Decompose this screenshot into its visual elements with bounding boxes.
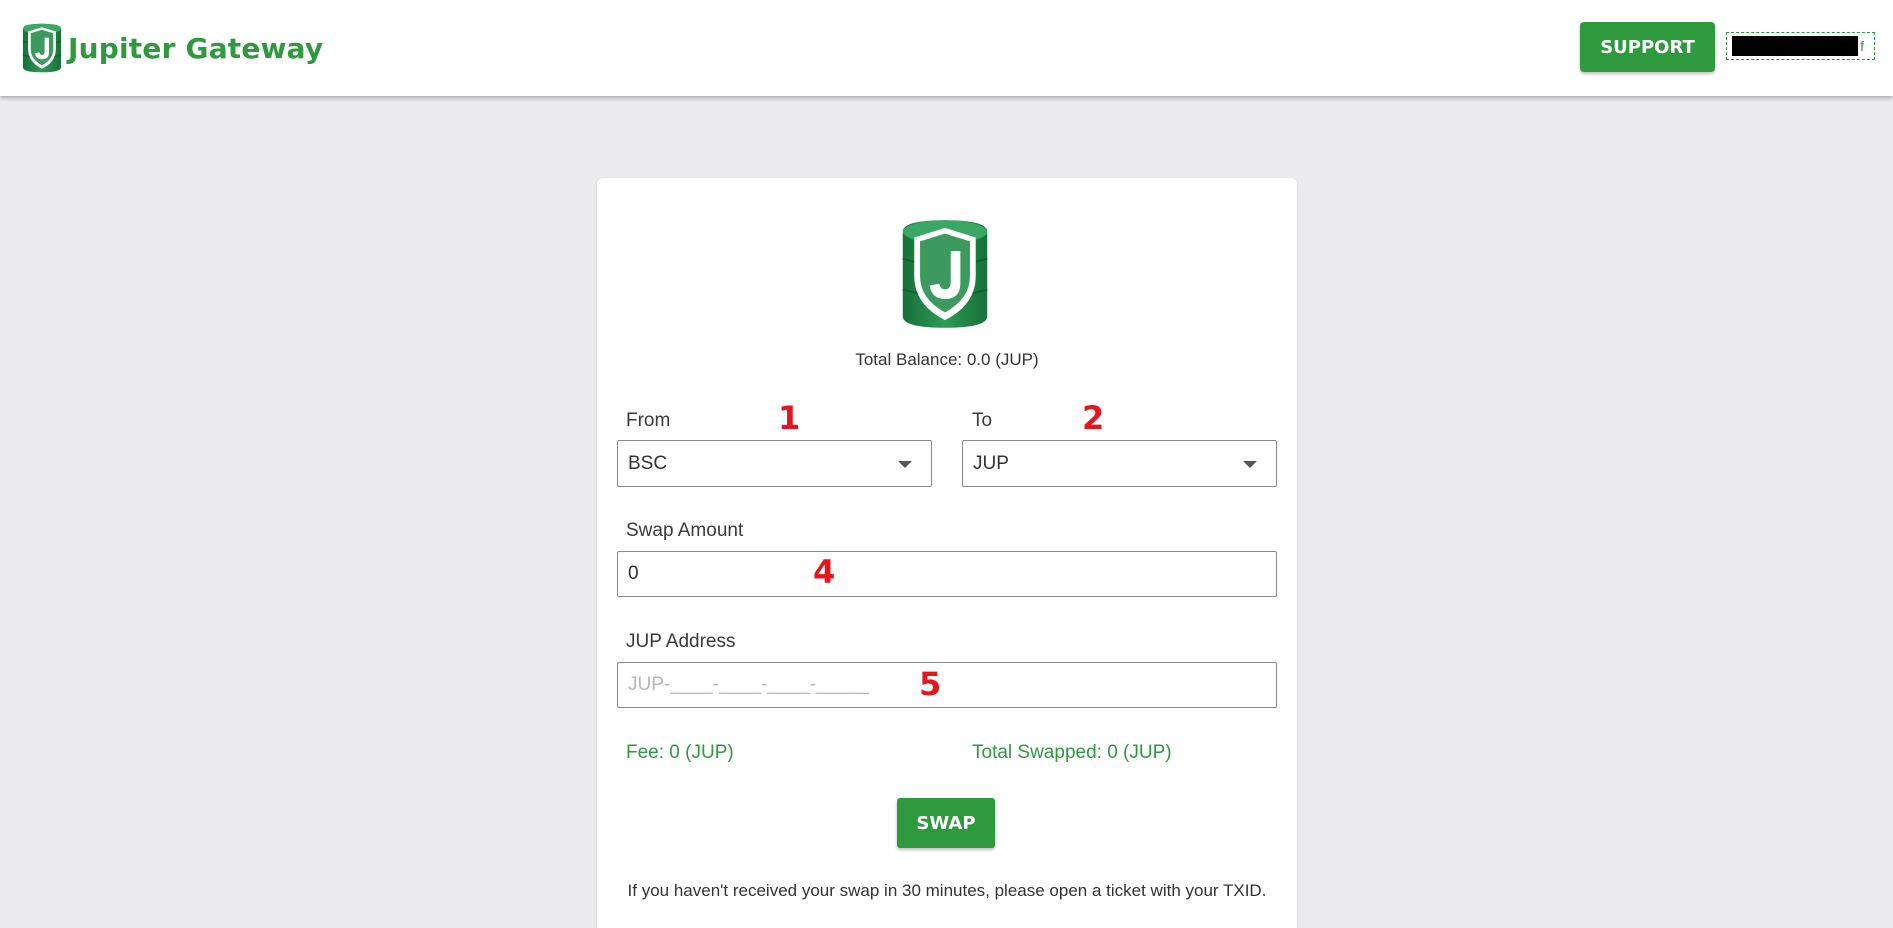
annotation-marker-2: 2 <box>1082 399 1105 437</box>
swap-notice: If you haven't received your swap in 30 … <box>627 881 1267 900</box>
jup-address-input[interactable] <box>617 662 1277 708</box>
fee-text: Fee: 0 (JUP) <box>626 742 734 763</box>
brand-title: Jupiter Gateway <box>68 31 324 65</box>
to-select[interactable]: JUP <box>962 440 1277 487</box>
annotation-marker-4: 4 <box>813 553 836 591</box>
from-select[interactable]: BSC <box>617 440 932 487</box>
annotation-marker-5: 5 <box>919 665 942 703</box>
from-label: From <box>626 410 671 431</box>
swap-card: Total Balance: 0.0 (JUP) From BSC To JUP… <box>597 178 1297 928</box>
caret-down-icon <box>898 461 912 468</box>
to-select-value: JUP <box>973 452 1009 474</box>
redacted-block <box>1732 36 1858 56</box>
to-label: To <box>972 410 993 431</box>
support-button[interactable]: SUPPORT <box>1580 22 1715 72</box>
brand[interactable]: Jupiter Gateway <box>20 22 323 74</box>
account-address-tail: f <box>1860 38 1864 54</box>
jup-address-label: JUP Address <box>626 631 736 652</box>
account-address-box[interactable]: f <box>1726 32 1875 60</box>
swap-button[interactable]: SWAP <box>897 798 995 848</box>
jupiter-logo-icon <box>902 220 988 328</box>
jupiter-logo-icon <box>22 23 62 73</box>
swap-amount-label: Swap Amount <box>626 520 744 541</box>
top-navbar: Jupiter Gateway SUPPORT f <box>0 0 1893 96</box>
total-balance: Total Balance: 0.0 (JUP) <box>855 350 1039 369</box>
swap-amount-input[interactable] <box>617 551 1277 597</box>
annotation-marker-1: 1 <box>778 399 801 437</box>
from-select-value: BSC <box>628 452 668 474</box>
total-swapped-text: Total Swapped: 0 (JUP) <box>972 742 1172 763</box>
caret-down-icon <box>1243 461 1257 468</box>
